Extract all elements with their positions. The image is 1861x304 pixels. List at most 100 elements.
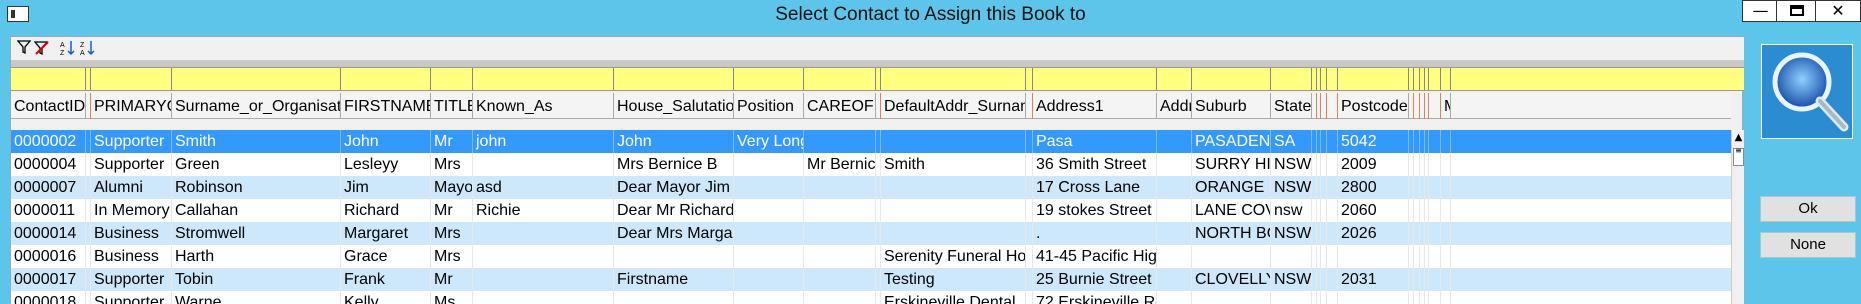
table-cell[interactable]: Mrs [431,245,473,268]
table-cell[interactable]: Business [91,245,172,268]
table-cell[interactable]: Mr [431,268,473,291]
table-cell[interactable]: Supporter [91,153,172,176]
table-cell[interactable]: 0000011 [11,199,86,222]
table-cell[interactable] [1026,153,1033,176]
column-header[interactable]: TITLE [431,93,473,119]
table-cell[interactable] [1157,222,1192,245]
table-cell[interactable]: SA [1271,130,1312,153]
table-cell[interactable]: 72 Erskineville Roa [1033,291,1157,304]
table-cell[interactable]: Robinson [172,176,341,199]
table-cell[interactable]: 0000004 [11,153,86,176]
filter-cell[interactable] [11,68,86,90]
filter-row[interactable] [11,67,1744,91]
table-cell[interactable]: 2031 [1338,268,1409,291]
table-cell[interactable] [1429,222,1441,245]
table-cell[interactable]: john [473,130,614,153]
table-cell[interactable] [804,291,876,304]
column-header[interactable]: M [1441,93,1451,119]
table-cell[interactable]: 0000018 [11,291,86,304]
table-cell[interactable] [473,268,614,291]
table-row[interactable]: 0000014 Business Stromwell Margaret Mrs Dear … [11,222,1731,245]
filter-cell[interactable] [1157,68,1192,90]
ok-button[interactable]: Ok [1760,196,1856,222]
sort-descending-icon[interactable]: ZA [79,40,97,58]
table-cell[interactable]: CLOVELLY [1192,268,1271,291]
table-cell[interactable]: 0000002 [11,130,86,153]
column-header[interactable]: Known_As [473,93,614,119]
table-cell[interactable]: Mr [431,199,473,222]
table-cell[interactable] [804,222,876,245]
table-cell[interactable] [1157,176,1192,199]
column-header[interactable]: PRIMARYCA [91,93,172,119]
table-cell[interactable] [1441,130,1451,153]
table-cell[interactable]: Mrs [431,222,473,245]
table-cell[interactable] [734,291,804,304]
table-cell[interactable]: Margaret [341,222,431,245]
filter-cell[interactable] [1192,68,1271,90]
table-cell[interactable]: Supporter [91,291,172,304]
table-cell[interactable] [1157,130,1192,153]
table-cell[interactable] [1026,199,1033,222]
table-cell[interactable] [734,199,804,222]
table-cell[interactable]: 2060 [1338,199,1409,222]
table-cell[interactable]: 5042 [1338,130,1409,153]
table-cell[interactable] [1327,222,1338,245]
table-cell[interactable]: 19 stokes Street [1033,199,1157,222]
table-cell[interactable]: Smith [172,130,341,153]
filter-cell[interactable] [1429,68,1441,90]
filter-cell[interactable] [431,68,473,90]
table-cell[interactable] [881,199,1026,222]
table-cell[interactable]: LANE COVE [1192,199,1271,222]
table-cell[interactable] [1026,222,1033,245]
table-cell[interactable] [804,199,876,222]
table-cell[interactable]: Dear Mayor Jim R [614,176,734,199]
table-cell[interactable]: Richard [341,199,431,222]
filter-cell[interactable] [473,68,614,90]
scroll-up-icon[interactable]: ▲ [1732,130,1745,146]
table-cell[interactable]: NSW [1271,153,1312,176]
column-header[interactable]: Addr [1157,93,1192,119]
table-cell[interactable]: Business [91,222,172,245]
column-header[interactable]: Suburb [1192,93,1271,119]
table-cell[interactable] [1327,199,1338,222]
column-header[interactable]: Address1 [1033,93,1157,119]
table-cell[interactable]: 2026 [1338,222,1409,245]
table-cell[interactable] [1327,176,1338,199]
table-cell[interactable]: Lesleyy [341,153,431,176]
table-row[interactable]: 0000007AlumniRobinsonJimMayorasdDear May… [11,176,1731,199]
table-cell[interactable]: Mrs [431,153,473,176]
table-cell[interactable]: Dear Mr Richard C [614,199,734,222]
table-cell[interactable]: Pasa [1033,130,1157,153]
table-cell[interactable]: Warne [172,291,341,304]
table-cell[interactable] [1327,268,1338,291]
table-cell[interactable] [1026,268,1033,291]
table-cell[interactable]: Alumni [91,176,172,199]
filter-cell[interactable] [804,68,876,90]
column-header[interactable] [1429,93,1441,119]
table-cell[interactable]: Mr [431,130,473,153]
table-cell[interactable] [1192,245,1271,268]
table-row[interactable]: 0000004 Supporter Green Lesleyy Mrs Mrs Berni… [11,153,1731,176]
table-cell[interactable] [1026,176,1033,199]
column-header[interactable]: Surname_or_Organisation [172,93,341,119]
vertical-scrollbar[interactable]: ▲ ≡ [1731,130,1744,304]
table-cell[interactable]: Harth [172,245,341,268]
table-cell[interactable] [1271,291,1312,304]
table-cell[interactable]: 0000017 [11,268,86,291]
table-cell[interactable]: 0000007 [11,176,86,199]
table-cell[interactable]: Grace [341,245,431,268]
table-cell[interactable] [1157,199,1192,222]
title-bar[interactable]: Select Contact to Assign this Book to — … [0,0,1861,30]
close-button[interactable]: ✕ [1815,0,1861,22]
column-header[interactable]: Postcode [1338,93,1409,119]
table-cell[interactable]: nsw [1271,199,1312,222]
column-header[interactable]: House_Salutation [614,93,734,119]
table-cell[interactable] [1026,245,1033,268]
table-cell[interactable] [1157,245,1192,268]
table-cell[interactable] [1327,153,1338,176]
filter-cell[interactable] [1033,68,1157,90]
table-cell[interactable] [1429,245,1441,268]
table-cell[interactable]: . [1033,222,1157,245]
filter-cell[interactable] [341,68,431,90]
table-cell[interactable]: NSW [1271,268,1312,291]
